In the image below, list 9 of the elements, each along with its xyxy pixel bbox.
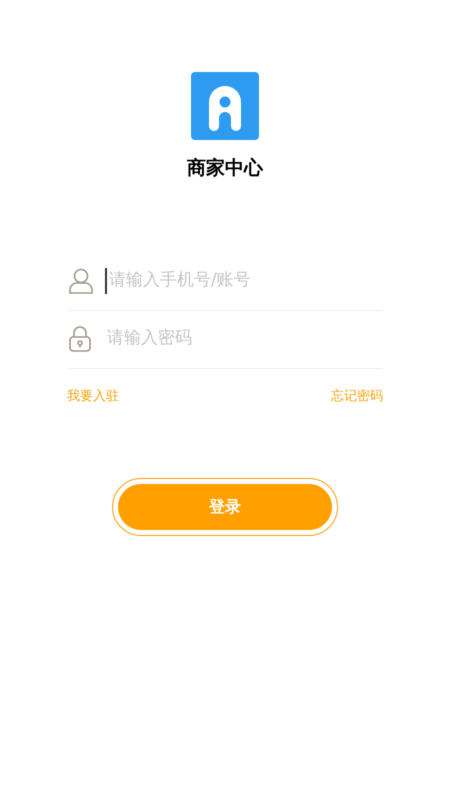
input-field[interactable]: 请输入手机号/账号 (105, 268, 383, 294)
input-field[interactable]: 请输入密码 (103, 326, 383, 352)
app-title: 商家中心 (187, 156, 263, 181)
link[interactable]: 我要入驻 (67, 386, 119, 406)
login-button[interactable]: 登录 (118, 484, 332, 530)
lock-icon (69, 326, 91, 352)
logo-icon (191, 72, 259, 140)
link[interactable]: 忘记密码 (331, 386, 383, 406)
user-icon (69, 268, 93, 294)
